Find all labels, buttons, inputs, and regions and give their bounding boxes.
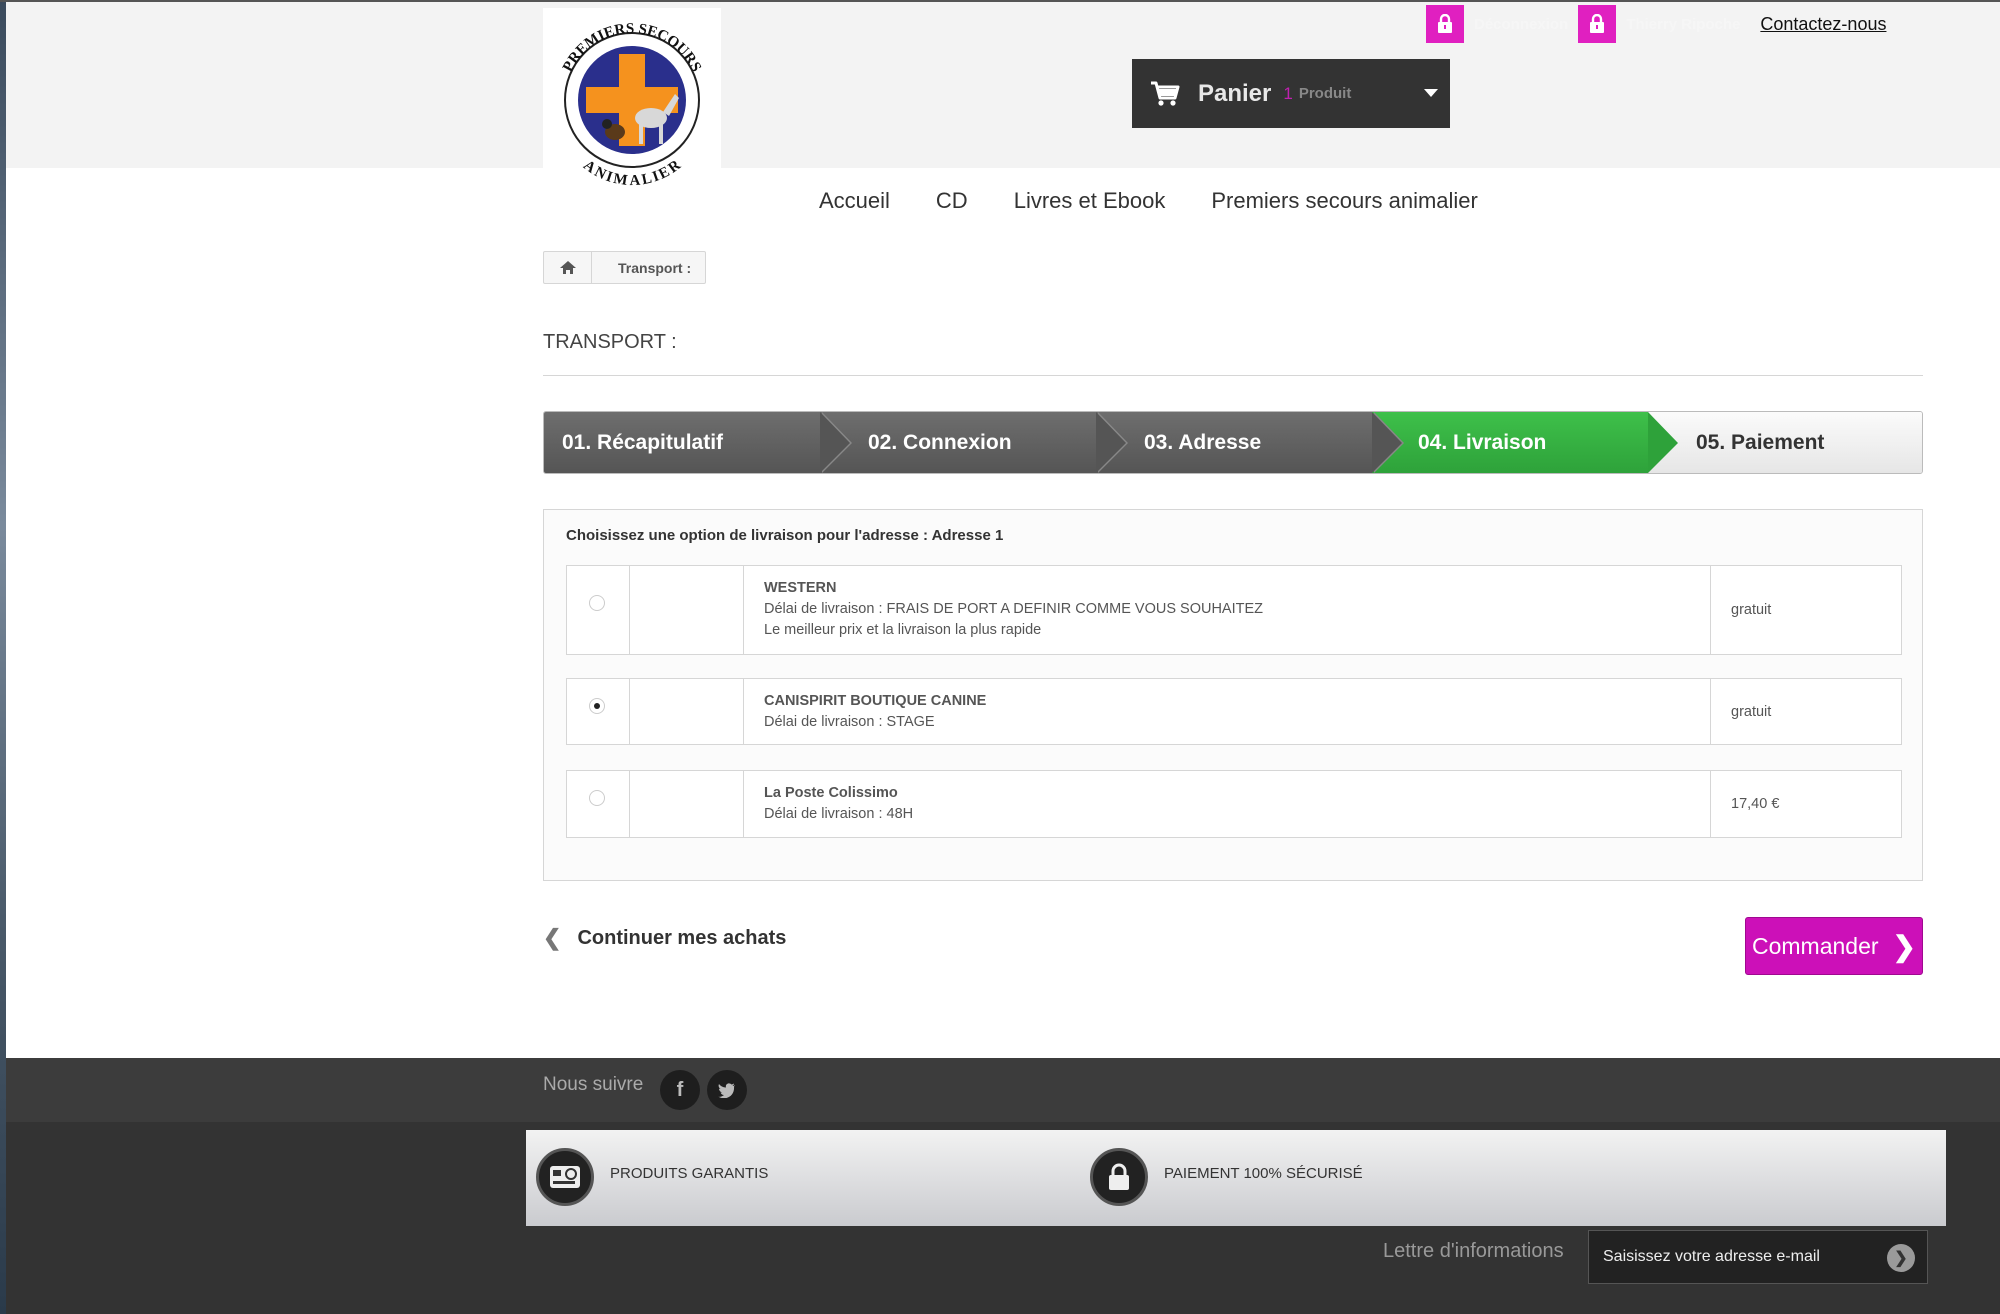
page-title: TRANSPORT : xyxy=(543,331,677,353)
carrier-price: gratuit xyxy=(1731,602,1772,618)
carrier-name: WESTERN xyxy=(764,580,837,596)
logout-link[interactable]: Déconnexion xyxy=(1474,16,1568,33)
carrier-price: gratuit xyxy=(1731,703,1772,720)
nav-item-premiers-secours[interactable]: Premiers secours animalier xyxy=(1211,188,1478,214)
carrier-logo xyxy=(630,566,744,654)
step-paiement: 05. Paiement xyxy=(1648,412,1922,473)
guarantees-bar: PRODUITS GARANTIS PAIEMENT 100% SÉCURISÉ xyxy=(526,1130,1946,1226)
nav-item-livres[interactable]: Livres et Ebook xyxy=(1014,188,1166,214)
step-label: 03. Adresse xyxy=(1144,430,1262,454)
facebook-icon[interactable]: f xyxy=(660,1070,700,1110)
account-link[interactable]: Thierry Ripoche xyxy=(1626,16,1740,33)
checkout-steps: 01. Récapitulatif 02. Connexion 03. Adre… xyxy=(543,411,1923,474)
logo-graphic: PREMIERS SECOURS ANIMALIER xyxy=(560,21,704,189)
delivery-option[interactable]: La Poste Colissimo Délai de livraison : … xyxy=(566,770,1902,838)
step-recapitulatif[interactable]: 01. Récapitulatif xyxy=(544,412,852,473)
nav-item-cd[interactable]: CD xyxy=(936,188,968,214)
lock-icon[interactable] xyxy=(1426,5,1464,43)
delivery-option[interactable]: WESTERN Délai de livraison : FRAIS DE PO… xyxy=(566,565,1902,655)
carrier-name: CANISPIRIT BOUTIQUE CANINE xyxy=(764,693,987,709)
radio-western[interactable] xyxy=(589,595,605,611)
cart-label: Panier xyxy=(1198,79,1272,107)
credit-card-icon xyxy=(536,1148,594,1206)
carrier-price: 17,40 € xyxy=(1731,796,1780,812)
delivery-options-panel: Choisissez une option de livraison pour … xyxy=(543,509,1923,881)
follow-label: Nous suivre xyxy=(543,1074,644,1095)
carrier-delay: Délai de livraison : 48H xyxy=(764,806,914,822)
cart-quantity: 1 xyxy=(1283,83,1293,103)
nav-item-accueil[interactable]: Accueil xyxy=(819,188,890,214)
chevron-left-icon: ❮ xyxy=(543,925,562,950)
twitter-icon[interactable]: t xyxy=(707,1070,747,1110)
delivery-option[interactable]: CANISPIRIT BOUTIQUE CANINE Délai de livr… xyxy=(566,678,1902,745)
continue-label: Continuer mes achats xyxy=(577,926,787,949)
radio-canispirit[interactable] xyxy=(589,698,605,714)
radio-colissimo[interactable] xyxy=(589,790,605,806)
chevron-right-icon: ❯ xyxy=(1892,930,1916,962)
divider xyxy=(543,375,1923,376)
step-adresse[interactable]: 03. Adresse xyxy=(1096,412,1404,473)
footer: PRODUITS GARANTIS PAIEMENT 100% SÉCURISÉ… xyxy=(6,1122,2000,1314)
cart-button[interactable]: Panier 1 Produit xyxy=(1132,59,1450,128)
lock-icon[interactable] xyxy=(1578,5,1617,43)
newsletter-label: Lettre d'informations xyxy=(1383,1240,1564,1262)
step-livraison: 04. Livraison xyxy=(1372,412,1678,473)
guarantee-products: PRODUITS GARANTIS xyxy=(610,1165,769,1182)
newsletter-email-input[interactable]: Saisissez votre adresse e-mail ❯ xyxy=(1588,1230,1928,1284)
order-button[interactable]: Commander ❯ xyxy=(1745,917,1923,975)
step-label: 04. Livraison xyxy=(1418,430,1547,454)
footer-social-bar: Nous suivre f t xyxy=(6,1058,2000,1122)
chevron-down-icon xyxy=(1424,89,1438,97)
newsletter-placeholder: Saisissez votre adresse e-mail xyxy=(1603,1248,1820,1265)
order-label: Commander xyxy=(1751,932,1879,959)
cart-unit: Produit xyxy=(1298,85,1352,102)
continue-shopping-link[interactable]: ❮ Continuer mes achats xyxy=(543,925,786,951)
carrier-logo xyxy=(630,771,744,837)
submit-arrow-icon[interactable]: ❯ xyxy=(1887,1244,1915,1272)
top-links: Déconnexion Thierry Ripoche Contactez-no… xyxy=(1426,5,1886,43)
site-logo[interactable]: PREMIERS SECOURS ANIMALIER xyxy=(543,8,721,189)
step-label: 02. Connexion xyxy=(868,430,1012,454)
contact-link[interactable]: Contactez-nous xyxy=(1760,14,1886,35)
step-connexion[interactable]: 02. Connexion xyxy=(820,412,1128,473)
breadcrumb: Transport : xyxy=(543,251,707,284)
cart-icon xyxy=(1151,81,1180,106)
home-icon[interactable] xyxy=(544,252,592,283)
guarantee-secure-payment: PAIEMENT 100% SÉCURISÉ xyxy=(1164,1165,1363,1182)
carrier-delay: Délai de livraison : STAGE xyxy=(764,714,935,730)
step-label: 01. Récapitulatif xyxy=(562,430,724,454)
step-label: 05. Paiement xyxy=(1696,430,1825,454)
carrier-delay: Délai de livraison : FRAIS DE PORT A DEF… xyxy=(764,601,1264,617)
breadcrumb-current: Transport : xyxy=(618,259,692,276)
padlock-icon xyxy=(1090,1148,1148,1206)
carrier-logo xyxy=(630,679,744,744)
delivery-heading: Choisissez une option de livraison pour … xyxy=(566,527,1004,544)
carrier-extra: Le meilleur prix et la livraison la plus… xyxy=(764,622,1042,638)
main-nav: Accueil CD Livres et Ebook Premiers seco… xyxy=(819,188,1524,214)
carrier-name: La Poste Colissimo xyxy=(764,785,898,801)
